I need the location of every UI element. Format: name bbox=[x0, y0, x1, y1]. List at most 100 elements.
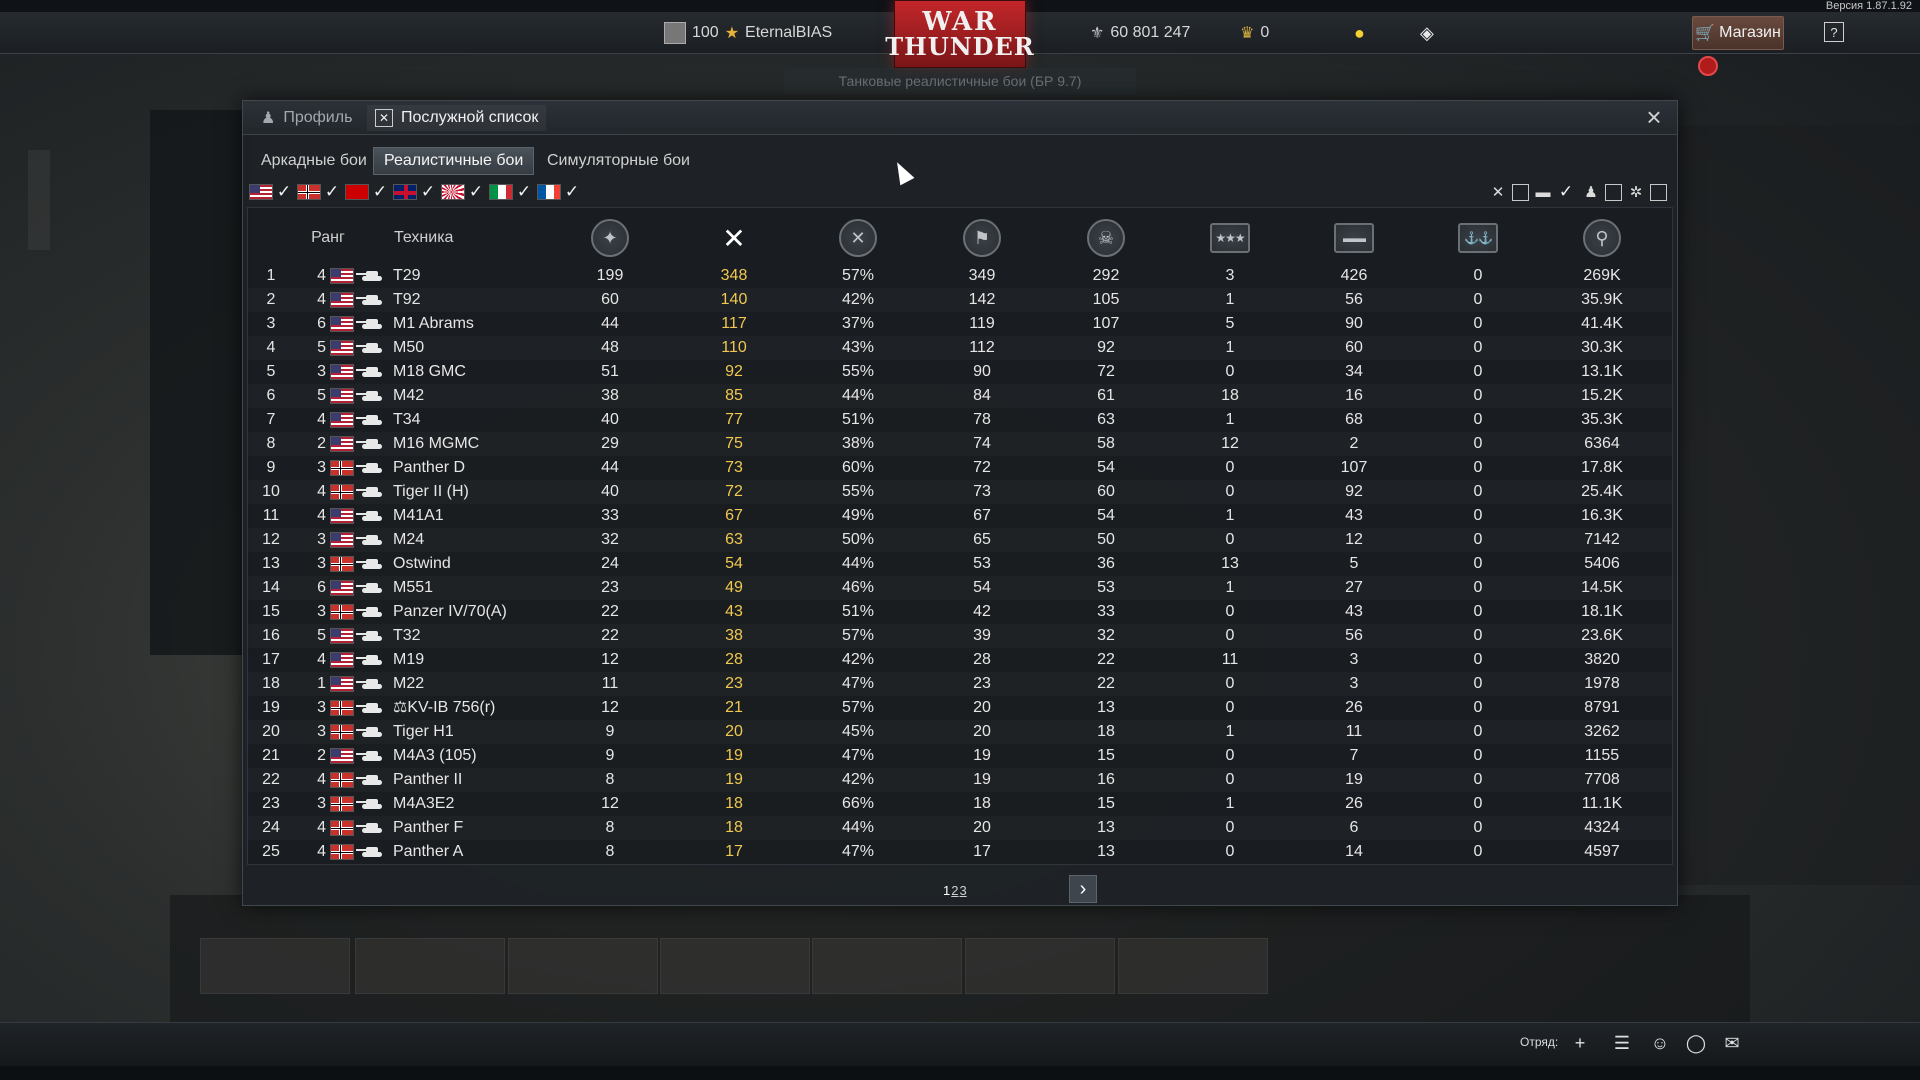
diamond-icon[interactable]: ◈ bbox=[1420, 12, 1434, 54]
filter-checkbox[interactable] bbox=[1512, 183, 1529, 201]
filter-checkbox[interactable] bbox=[1605, 183, 1622, 201]
flag-italy-icon[interactable] bbox=[489, 184, 513, 200]
player-info[interactable]: 100 ★ EternalBIAS bbox=[664, 12, 832, 54]
stat-value: 58 bbox=[1097, 435, 1115, 452]
soldier-icon[interactable]: ♟ bbox=[1581, 183, 1601, 201]
check-icon[interactable]: ✓ bbox=[1557, 183, 1575, 201]
column-header-vehicle[interactable]: Техника bbox=[388, 218, 508, 258]
stat-value: 13 bbox=[1097, 843, 1115, 860]
table-row[interactable]: 18 1 M22 11 23 47% 23 22 0 3 0 1978 bbox=[248, 672, 1672, 696]
table-row[interactable]: 23 3 M4A3E2 12 18 66% 18 15 1 26 0 11.1K bbox=[248, 792, 1672, 816]
table-row[interactable]: 4 5 M50 48 110 43% 112 92 1 60 0 30.3K bbox=[248, 336, 1672, 360]
flag-ussr-icon[interactable] bbox=[345, 184, 369, 200]
row-number: 16 bbox=[262, 627, 280, 644]
tank-icon bbox=[356, 655, 382, 665]
flag-usa-icon bbox=[330, 532, 354, 548]
table-row[interactable]: 16 5 T32 22 38 57% 39 32 0 56 0 23.6K bbox=[248, 624, 1672, 648]
flag-germany-icon[interactable] bbox=[297, 184, 321, 200]
stat-value: 51 bbox=[601, 363, 619, 380]
flag-japan-icon[interactable] bbox=[441, 184, 465, 200]
column-header-victories[interactable]: ✕ bbox=[798, 218, 918, 258]
flag-france-icon[interactable] bbox=[537, 184, 561, 200]
table-row[interactable]: 19 3 ⚖KV-IB 756(r) 12 21 57% 20 13 0 26 0 8791 bbox=[248, 696, 1672, 720]
helicopter-icon[interactable]: ✲ bbox=[1626, 183, 1646, 201]
hint-bulb-icon[interactable]: ● bbox=[1354, 12, 1365, 54]
stat-value: 0 bbox=[1225, 699, 1235, 716]
stat-value: 105 bbox=[1092, 291, 1120, 308]
stat-value: 26 bbox=[1345, 795, 1363, 812]
flag-britain-icon[interactable] bbox=[393, 184, 417, 200]
table-row[interactable]: 11 4 M41A1 33 67 49% 67 54 1 43 0 16.3K bbox=[248, 504, 1672, 528]
flag-usa-icon[interactable] bbox=[249, 184, 273, 200]
game-mode-dropdown[interactable]: Танковые реалистичные бои (БР 9.7) bbox=[784, 68, 1136, 94]
table-row[interactable]: 21 2 M4A3 (105) 9 19 47% 19 15 0 7 0 1155 bbox=[248, 744, 1672, 768]
nation-checkbox-usa[interactable]: ✓ bbox=[275, 183, 293, 201]
table-row[interactable]: 12 3 M24 32 63 50% 65 50 0 12 0 7142 bbox=[248, 528, 1672, 552]
crossed-swords-icon[interactable]: ✕ bbox=[1488, 183, 1508, 201]
table-row[interactable]: 5 3 M18 GMC 51 92 55% 90 72 0 34 0 13.1K bbox=[248, 360, 1672, 384]
column-header-battles[interactable]: ✦ bbox=[550, 218, 670, 258]
stat-value: 50% bbox=[841, 531, 875, 548]
plus-icon[interactable]: + bbox=[1568, 1031, 1592, 1055]
row-rank: 3 bbox=[317, 363, 326, 380]
nation-checkbox-ussr[interactable]: ✓ bbox=[371, 183, 389, 201]
nation-checkbox-italy[interactable]: ✓ bbox=[515, 183, 533, 201]
table-row[interactable]: 14 6 M551 23 49 46% 54 53 1 27 0 14.5K bbox=[248, 576, 1672, 600]
chat-icon[interactable]: ◯ bbox=[1684, 1031, 1708, 1055]
subtab-arcade[interactable]: Аркадные бои bbox=[251, 147, 377, 175]
notification-badge-icon[interactable] bbox=[1698, 56, 1718, 76]
column-header-respawns[interactable]: ✕ bbox=[674, 218, 794, 258]
close-icon[interactable]: × bbox=[1643, 104, 1665, 130]
table-row[interactable]: 24 4 Panther F 8 18 44% 20 13 0 6 0 4324 bbox=[248, 816, 1672, 840]
table-row[interactable]: 9 3 Panther D 44 73 60% 72 54 0 107 0 17.8K bbox=[248, 456, 1672, 480]
subtab-simulator[interactable]: Симуляторные бои bbox=[537, 147, 700, 175]
next-page-button[interactable]: › bbox=[1069, 875, 1097, 903]
golden-eagles-balance[interactable]: ♛ 0 bbox=[1240, 12, 1269, 54]
silver-lions-balance[interactable]: ⚜ 60 801 247 bbox=[1090, 12, 1190, 54]
list-icon[interactable]: ☰ bbox=[1610, 1031, 1634, 1055]
table-row[interactable]: 22 4 Panther II 8 19 42% 19 16 0 19 0 7708 bbox=[248, 768, 1672, 792]
tank-icon bbox=[356, 727, 382, 737]
vehicle-name: M16 MGMC bbox=[393, 435, 480, 452]
column-header-air-kills[interactable]: ★★★ bbox=[1170, 218, 1290, 258]
table-row[interactable]: 17 4 M19 12 28 42% 28 22 11 3 0 3820 bbox=[248, 648, 1672, 672]
page-link[interactable]: 1 bbox=[943, 883, 950, 898]
friends-icon[interactable]: ☺ bbox=[1648, 1031, 1672, 1055]
column-header-ground-kills[interactable]: ▬▬ bbox=[1294, 218, 1414, 258]
table-row[interactable]: 13 3 Ostwind 24 54 44% 53 36 13 5 0 5406 bbox=[248, 552, 1672, 576]
nation-checkbox-japan[interactable]: ✓ bbox=[467, 183, 485, 201]
row-number: 22 bbox=[262, 771, 280, 788]
table-row[interactable]: 1 4 T29 199 348 57% 349 292 3 426 0 269K bbox=[248, 264, 1672, 288]
table-row[interactable]: 2 4 T92 60 140 42% 142 105 1 56 0 35.9K bbox=[248, 288, 1672, 312]
table-row[interactable]: 25 4 Panther A 8 17 47% 17 13 0 14 0 4597 bbox=[248, 840, 1672, 864]
column-header-deaths[interactable]: ☠ bbox=[1046, 218, 1166, 258]
page-link[interactable]: 2 bbox=[951, 883, 958, 898]
mail-icon[interactable]: ✉ bbox=[1720, 1031, 1744, 1055]
page-link[interactable]: 3 bbox=[959, 883, 966, 898]
table-row[interactable]: 6 5 M42 38 85 44% 84 61 18 16 0 15.2K bbox=[248, 384, 1672, 408]
column-header-activity[interactable]: ⚲ bbox=[1542, 218, 1662, 258]
stat-value: 0 bbox=[1473, 363, 1483, 380]
nation-filter-row: ✓ ✓ ✓ ✓ ✓ ✓ ✓ bbox=[249, 181, 583, 203]
shop-button[interactable]: 🛒 Магазин bbox=[1692, 16, 1784, 50]
table-row[interactable]: 20 3 Tiger H1 9 20 45% 20 18 1 11 0 3262 bbox=[248, 720, 1672, 744]
help-button[interactable]: ? bbox=[1824, 22, 1844, 42]
nation-checkbox-britain[interactable]: ✓ bbox=[419, 183, 437, 201]
stat-value: 43 bbox=[725, 603, 743, 620]
stat-value: 107 bbox=[1340, 459, 1368, 476]
tab-profile[interactable]: ♟ Профиль bbox=[253, 105, 360, 131]
table-row[interactable]: 3 6 M1 Abrams 44 117 37% 119 107 5 90 0 41.4K bbox=[248, 312, 1672, 336]
tab-service-record[interactable]: ✕ Послужной список bbox=[367, 105, 547, 131]
table-row[interactable]: 15 3 Panzer IV/70(A) 22 43 51% 42 33 0 43 0 18.1K bbox=[248, 600, 1672, 624]
table-row[interactable]: 8 2 M16 MGMC 29 75 38% 74 58 12 2 0 6364 bbox=[248, 432, 1672, 456]
filter-checkbox[interactable] bbox=[1650, 183, 1667, 201]
column-header-rank[interactable]: Ранг bbox=[308, 218, 348, 258]
column-header-naval-kills[interactable]: ⚓⚓ bbox=[1418, 218, 1538, 258]
table-row[interactable]: 10 4 Tiger II (H) 40 72 55% 73 60 0 92 0 25.4K bbox=[248, 480, 1672, 504]
subtab-realistic[interactable]: Реалистичные бои bbox=[373, 147, 535, 175]
column-header-missions[interactable]: ⚑ bbox=[922, 218, 1042, 258]
tank-icon[interactable]: ▬ bbox=[1533, 184, 1553, 201]
table-row[interactable]: 7 4 T34 40 77 51% 78 63 1 68 0 35.3K bbox=[248, 408, 1672, 432]
nation-checkbox-germany[interactable]: ✓ bbox=[323, 183, 341, 201]
nation-checkbox-france[interactable]: ✓ bbox=[563, 183, 581, 201]
